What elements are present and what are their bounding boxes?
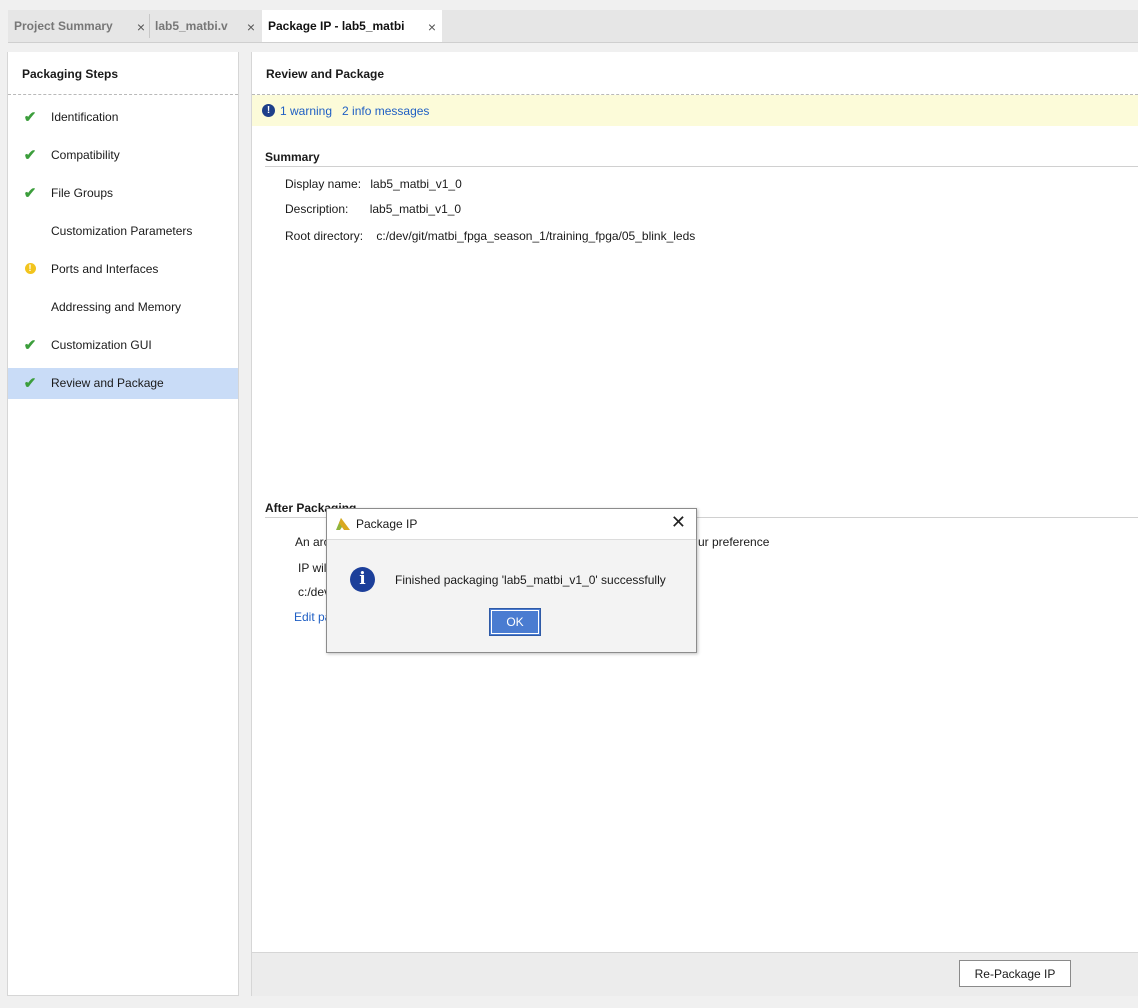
check-icon: ✔ xyxy=(23,337,37,354)
packaging-steps-panel: Packaging Steps ✔ Identification ✔ Compa… xyxy=(7,52,239,996)
warning-icon: ! xyxy=(24,263,36,275)
step-compatibility[interactable]: ✔ Compatibility xyxy=(8,140,238,171)
step-file-groups[interactable]: ✔ File Groups xyxy=(8,178,238,209)
check-icon: ✔ xyxy=(23,375,37,392)
warning-icon: ! xyxy=(262,104,275,117)
tab-label: Project Summary xyxy=(14,18,113,33)
field-label: Display name: xyxy=(285,177,362,191)
tab-label: Package IP - lab5_matbi xyxy=(268,19,405,33)
step-label: Identification xyxy=(51,110,119,124)
step-customization-parameters[interactable]: Customization Parameters xyxy=(8,216,238,247)
step-label: Customization Parameters xyxy=(51,224,193,238)
step-label: Review and Package xyxy=(51,376,164,390)
tab-label: lab5_matbi.v xyxy=(155,18,228,33)
step-ports-and-interfaces[interactable]: ! Ports and Interfaces xyxy=(8,254,238,285)
editor-tab-bar: Project Summary × lab5_matbi.v × Package… xyxy=(8,10,1138,43)
check-icon: ✔ xyxy=(23,147,37,164)
dialog-message: Finished packaging 'lab5_matbi_v1_0' suc… xyxy=(395,573,666,587)
ip-location-text: IP wil xyxy=(298,561,327,575)
step-label: Customization GUI xyxy=(51,338,152,352)
step-label: File Groups xyxy=(51,186,114,200)
display-name-row: Display name: lab5_matbi_v1_0 xyxy=(285,177,462,191)
field-label: Root directory: xyxy=(285,229,364,243)
step-label: Addressing and Memory xyxy=(51,300,182,314)
ok-button[interactable]: OK xyxy=(489,608,541,636)
after-packaging-text-start: An arc xyxy=(295,535,330,549)
tab-project-summary[interactable]: Project Summary × xyxy=(8,10,151,41)
page-title: Review and Package xyxy=(252,52,1138,95)
summary-heading: Summary xyxy=(265,150,320,164)
divider xyxy=(265,166,1138,167)
field-value: lab5_matbi_v1_0 xyxy=(370,177,462,191)
step-label: Ports and Interfaces xyxy=(51,262,159,276)
step-customization-gui[interactable]: ✔ Customization GUI xyxy=(8,330,238,361)
bottom-button-bar: Re-Package IP xyxy=(252,952,1138,996)
message-bar: ! 1 warning 2 info messages xyxy=(252,95,1138,126)
dialog-titlebar[interactable]: Package IP ✕ xyxy=(327,509,696,540)
step-review-and-package[interactable]: ✔ Review and Package xyxy=(8,368,238,399)
status-slot: ! xyxy=(22,254,38,285)
close-icon[interactable]: ✕ xyxy=(671,512,686,533)
info-messages-link[interactable]: 2 info messages xyxy=(342,104,429,118)
warning-link[interactable]: 1 warning xyxy=(280,104,332,118)
close-icon[interactable]: × xyxy=(428,19,436,35)
check-icon: ✔ xyxy=(23,185,37,202)
step-addressing-and-memory[interactable]: Addressing and Memory xyxy=(8,292,238,323)
tab-package-ip[interactable]: Package IP - lab5_matbi × xyxy=(262,10,442,42)
check-icon: ✔ xyxy=(23,109,37,126)
tab-lab5-matbi-v[interactable]: lab5_matbi.v × xyxy=(149,10,261,41)
vivado-logo-icon xyxy=(336,518,350,530)
close-icon[interactable]: × xyxy=(247,19,255,35)
package-ip-dialog: Package IP ✕ i Finished packaging 'lab5_… xyxy=(326,508,697,653)
repackage-ip-button[interactable]: Re-Package IP xyxy=(959,960,1071,987)
after-packaging-text-end: ur preference xyxy=(698,535,770,549)
dialog-title: Package IP xyxy=(356,517,418,531)
field-value: lab5_matbi_v1_0 xyxy=(369,202,462,216)
panel-title: Packaging Steps xyxy=(8,52,238,95)
field-label: Description: xyxy=(285,202,349,216)
step-identification[interactable]: ✔ Identification xyxy=(8,102,238,133)
root-directory-row: Root directory: c:/dev/git/matbi_fpga_se… xyxy=(285,229,695,243)
field-value: c:/dev/git/matbi_fpga_season_1/training_… xyxy=(376,229,696,243)
description-row: Description: lab5_matbi_v1_0 xyxy=(285,202,461,216)
step-label: Compatibility xyxy=(51,148,120,162)
close-icon[interactable]: × xyxy=(137,19,145,35)
info-icon: i xyxy=(350,567,375,592)
